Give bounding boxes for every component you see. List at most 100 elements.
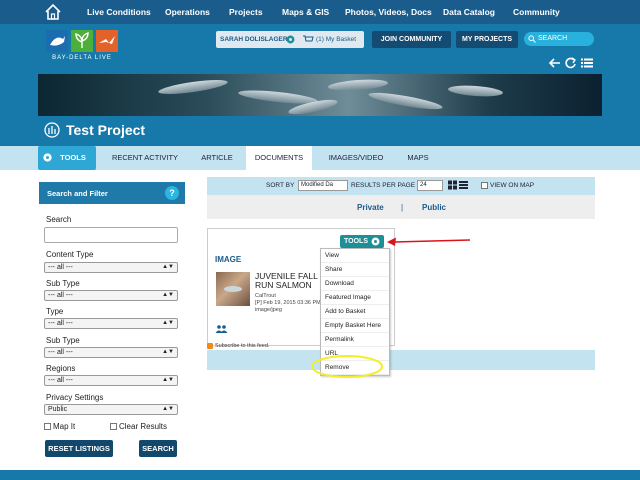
menu-permalink[interactable]: Permalink	[321, 333, 389, 347]
sub-type-select-2[interactable]: --- all --- ▲▼	[44, 347, 178, 358]
menu-share[interactable]: Share	[321, 263, 389, 277]
fish-logo-icon	[50, 36, 65, 46]
fish-shape	[224, 286, 242, 292]
type-select[interactable]: --- all --- ▲▼	[44, 318, 178, 329]
search-filter-header: Search and Filter ?	[39, 182, 185, 204]
page-footer-bar	[0, 470, 640, 480]
logo-text: BAY-DELTA LIVE	[52, 55, 112, 61]
filter-search-input[interactable]	[44, 227, 178, 243]
menu-download[interactable]: Download	[321, 277, 389, 291]
tab-images-video[interactable]: IMAGES/VIDEO	[318, 146, 394, 170]
clear-results-label: Clear Results	[119, 422, 168, 431]
site-logo[interactable]: BAY-DELTA LIVE	[46, 30, 118, 70]
visibility-separator: |	[401, 203, 404, 212]
logo-tile-green	[71, 30, 93, 52]
tab-documents[interactable]: DOCUMENTS	[246, 146, 312, 170]
card-thumbnail[interactable]	[216, 272, 250, 306]
sub-type-label: Sub Type	[46, 279, 80, 288]
join-community-button[interactable]: JOIN COMMUNITY	[372, 31, 451, 48]
search-placeholder: SEARCH	[538, 35, 568, 42]
bird-logo-icon	[99, 36, 115, 44]
menu-featured-image[interactable]: Featured Image	[321, 291, 389, 305]
select-arrow-icon: ▲▼	[162, 349, 174, 355]
my-basket-link[interactable]: (1) My Basket	[316, 36, 356, 43]
select-arrow-icon: ▲▼	[162, 320, 174, 326]
page-title: Test Project	[66, 122, 146, 138]
select-value: --- all ---	[48, 264, 73, 271]
grid-view-icon[interactable]	[448, 180, 457, 190]
search-button[interactable]: SEARCH	[139, 440, 177, 457]
type-label: Type	[46, 307, 64, 316]
select-value: --- all ---	[48, 320, 73, 327]
people-icon	[215, 325, 228, 333]
reset-listings-button[interactable]: RESET LISTINGS	[45, 440, 113, 457]
sub-type-label-2: Sub Type	[46, 336, 80, 345]
search-label: Search	[46, 215, 72, 224]
content-type-label: Content Type	[46, 250, 94, 259]
menu-view[interactable]: View	[321, 249, 389, 263]
privacy-settings-select[interactable]: Public ▲▼	[44, 404, 178, 415]
list-menu-icon[interactable]	[580, 57, 594, 69]
search-icon	[528, 35, 536, 43]
search-input[interactable]: SEARCH	[524, 32, 594, 46]
view-on-map-label: VIEW ON MAP	[490, 182, 535, 189]
my-projects-button[interactable]: MY PROJECTS	[456, 31, 518, 48]
view-on-map-checkbox[interactable]	[481, 182, 488, 189]
basket-icon	[303, 35, 314, 42]
nav-maps-gis[interactable]: Maps & GIS	[282, 7, 329, 17]
regions-select[interactable]: --- all --- ▲▼	[44, 375, 178, 386]
home-icon[interactable]	[44, 3, 62, 21]
menu-empty-basket-here[interactable]: Empty Basket Here	[321, 319, 389, 333]
tab-article[interactable]: ARTICLE	[192, 146, 242, 170]
fish-shape	[447, 84, 504, 98]
private-link[interactable]: Private	[357, 203, 384, 212]
rss-icon[interactable]	[207, 343, 213, 349]
tab-maps[interactable]: MAPS	[399, 146, 437, 170]
gear-icon[interactable]	[285, 34, 296, 45]
user-name[interactable]: SARAH DOLISLAGER	[220, 36, 288, 43]
select-arrow-icon: ▲▼	[162, 292, 174, 298]
nav-community[interactable]: Community	[513, 7, 560, 17]
hero-fish-image	[38, 74, 602, 116]
results-per-page-select[interactable]: 24	[417, 180, 443, 191]
select-value: --- all ---	[48, 377, 73, 384]
results-per-page-label: RESULTS PER PAGE	[351, 182, 416, 189]
refresh-icon[interactable]	[564, 57, 578, 69]
sort-bar: SORT BY Modified Da RESULTS PER PAGE 24 …	[207, 177, 595, 195]
project-icon	[44, 122, 60, 138]
sort-by-select[interactable]: Modified Da	[298, 180, 348, 191]
public-link[interactable]: Public	[422, 203, 446, 212]
help-icon[interactable]: ?	[165, 186, 179, 200]
tab-recent-activity[interactable]: RECENT ACTIVITY	[103, 146, 187, 170]
logo-tile-blue	[46, 30, 68, 52]
leaf-logo-icon	[75, 32, 89, 48]
card-title[interactable]: JUVENILE FALL RUN SALMON	[255, 272, 325, 290]
tab-tools[interactable]: TOOLS	[38, 146, 96, 170]
card-tools-label: TOOLS	[344, 238, 368, 245]
clear-results-checkbox[interactable]	[110, 423, 117, 430]
nav-photos-videos-docs[interactable]: Photos, Videos, Docs	[345, 7, 432, 17]
map-it-checkbox[interactable]	[44, 423, 51, 430]
card-author: CalTrout	[255, 293, 276, 299]
card-date: [P] Feb 19, 2015 03:36 PM	[255, 300, 321, 306]
gear-icon	[371, 237, 380, 246]
nav-operations[interactable]: Operations	[165, 7, 210, 17]
fish-shape	[157, 77, 229, 97]
sub-type-select[interactable]: --- all --- ▲▼	[44, 290, 178, 301]
card-tools-button[interactable]: TOOLS	[340, 235, 384, 248]
list-view-icon[interactable]	[459, 180, 468, 190]
map-it-label: Map It	[53, 422, 76, 431]
menu-add-to-basket[interactable]: Add to Basket	[321, 305, 389, 319]
content-type-select[interactable]: --- all --- ▲▼	[44, 262, 178, 273]
fish-shape	[367, 89, 444, 113]
nav-data-catalog[interactable]: Data Catalog	[443, 7, 495, 17]
project-title-bar: Test Project	[0, 116, 640, 146]
subscribe-feed-link[interactable]: Subscribe to this feed.	[215, 343, 269, 349]
nav-projects[interactable]: Projects	[229, 7, 263, 17]
select-arrow-icon: ▲▼	[162, 406, 174, 412]
select-value: --- all ---	[48, 349, 73, 356]
regions-label: Regions	[46, 364, 76, 373]
privacy-settings-label: Privacy Settings	[46, 393, 104, 402]
nav-live-conditions[interactable]: Live Conditions	[87, 7, 151, 17]
back-arrow-icon[interactable]	[548, 57, 562, 69]
